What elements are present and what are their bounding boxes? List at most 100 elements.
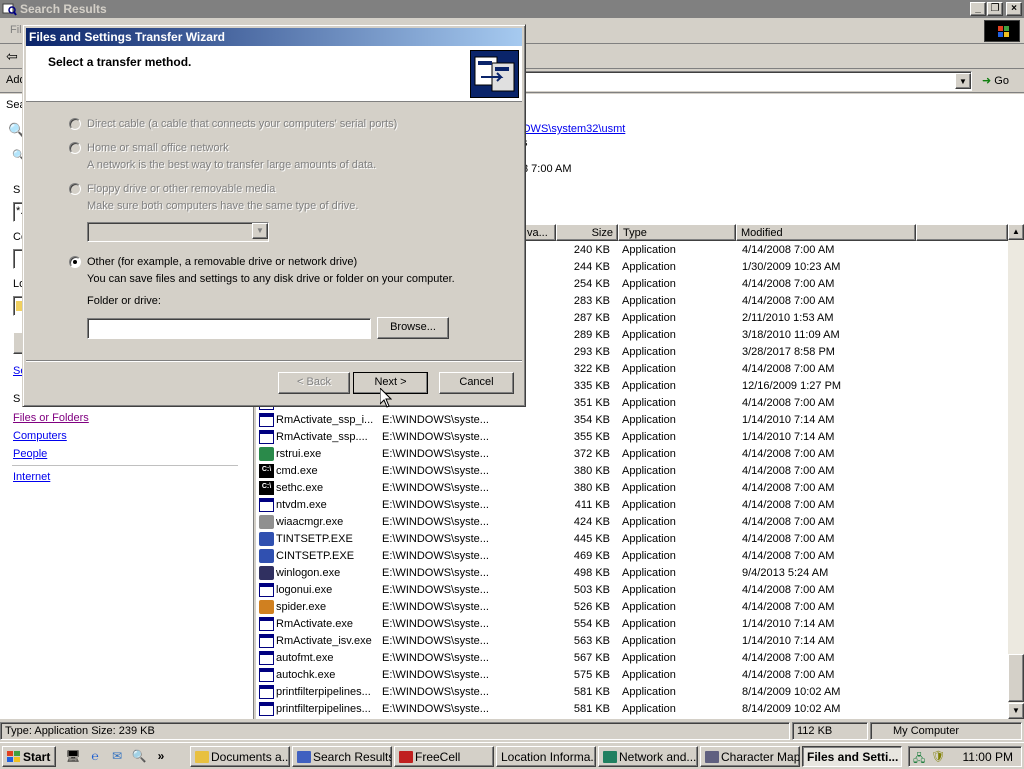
column-modified[interactable]: Modified — [736, 224, 916, 241]
cell-folder: E:\WINDOWS\syste... — [382, 584, 489, 596]
folder-icon — [195, 751, 209, 763]
task-character-map[interactable]: Character Map — [700, 746, 800, 767]
cell-modified: 1/14/2010 7:14 AM — [742, 618, 835, 630]
cell-modified: 4/14/2008 7:00 AM — [742, 482, 835, 494]
task-freecell[interactable]: FreeCell — [394, 746, 494, 767]
cell-type: Application — [622, 329, 676, 341]
folder-path-link[interactable]: OWS\system32\usmt — [522, 123, 625, 135]
chevron-down-icon[interactable]: ▼ — [955, 73, 971, 89]
task-files-and-settings[interactable]: Files and Setti... — [802, 746, 902, 767]
folder-or-drive-input[interactable] — [87, 318, 371, 339]
table-row[interactable]: TINTSETP.EXE E:\WINDOWS\syste... 445 KB App… — [256, 531, 1008, 548]
cell-name: RmActivate_isv.exe — [276, 635, 372, 647]
back-button[interactable]: < Back — [278, 372, 350, 394]
cancel-button[interactable]: Cancel — [439, 372, 514, 394]
scroll-down-icon[interactable]: ▼ — [1008, 703, 1024, 719]
task-search-results[interactable]: Search Results — [292, 746, 392, 767]
removable-media-select[interactable]: ▼ — [87, 222, 269, 242]
column-extra[interactable] — [916, 224, 1008, 241]
status-zone: My Computer — [870, 722, 1022, 740]
cell-name: printfilterpipelines... — [276, 703, 371, 715]
table-row[interactable]: C:\ cmd.exe E:\WINDOWS\syste... 380 KB Appli… — [256, 463, 1008, 480]
cell-size: 575 KB — [573, 669, 610, 681]
table-row[interactable]: rstrui.exe E:\WINDOWS\syste... 372 KB Appli… — [256, 446, 1008, 463]
dialog-title-bar[interactable]: Files and Settings Transfer Wizard — [26, 28, 522, 46]
scroll-up-icon[interactable]: ▲ — [1008, 224, 1024, 240]
go-label: Go — [994, 75, 1009, 87]
table-row[interactable]: C:\ sethc.exe E:\WINDOWS\syste... 380 KB App… — [256, 480, 1008, 497]
radio-home-network[interactable] — [69, 142, 81, 154]
table-row[interactable]: RmActivate_isv.exe E:\WINDOWS\syste... 563… — [256, 633, 1008, 650]
cell-type: Application — [622, 652, 676, 664]
close-button[interactable]: × — [1006, 2, 1022, 16]
cell-type: Application — [622, 278, 676, 290]
back-arrow-icon[interactable]: ⇦ — [6, 48, 18, 65]
table-row[interactable]: RmActivate_ssp.... E:\WINDOWS\syste... 355… — [256, 429, 1008, 446]
radio-floppy[interactable] — [69, 183, 81, 195]
files-or-folders-link[interactable]: Files or Folders — [13, 412, 89, 424]
column-size[interactable]: Size — [556, 224, 618, 241]
table-row[interactable]: RmActivate.exe E:\WINDOWS\syste... 554 KB A… — [256, 616, 1008, 633]
cell-type: Application — [622, 312, 676, 324]
search-again-label-fragment: S — [13, 393, 21, 405]
scrollbar-thumb[interactable] — [1008, 654, 1024, 702]
vertical-scrollbar[interactable]: ▲ ▼ — [1008, 224, 1024, 719]
clock[interactable]: 11:00 PM — [963, 750, 1013, 764]
browse-button[interactable]: Browse... — [377, 317, 449, 339]
security-tray-icon[interactable]: 🛡 — [931, 750, 945, 763]
internet-explorer-icon[interactable]: ℮ — [86, 747, 104, 765]
cell-modified: 4/14/2008 7:00 AM — [742, 584, 835, 596]
network-tray-icon[interactable]: 🖧 — [913, 750, 925, 769]
people-link[interactable]: People — [13, 448, 47, 460]
cell-type: Application — [622, 669, 676, 681]
internet-link[interactable]: Internet — [13, 471, 50, 483]
search-label-fragment: S — [13, 184, 21, 196]
table-row[interactable]: autofmt.exe E:\WINDOWS\syste... 567 KB Appl… — [256, 650, 1008, 667]
cell-modified: 4/14/2008 7:00 AM — [742, 278, 835, 290]
spider-file-icon — [259, 600, 274, 614]
table-row[interactable]: winlogon.exe E:\WINDOWS\syste... 498 KB App… — [256, 565, 1008, 582]
cell-type: Application — [622, 618, 676, 630]
explorer-title-bar[interactable]: Search Results _ ❐ × — [0, 0, 1024, 18]
minimize-button[interactable]: _ — [970, 2, 986, 16]
radio-direct-cable[interactable] — [69, 118, 81, 130]
table-row[interactable]: logonui.exe E:\WINDOWS\syste... 503 KB Appl… — [256, 582, 1008, 599]
table-row[interactable]: printfilterpipelines... E:\WINDOWS\syste.… — [256, 684, 1008, 701]
table-row[interactable]: autochk.exe E:\WINDOWS\syste... 575 KB Appl… — [256, 667, 1008, 684]
chevron-down-icon[interactable]: ▼ — [252, 223, 268, 239]
cell-modified: 4/14/2008 7:00 AM — [742, 533, 835, 545]
computers-link[interactable]: Computers — [13, 430, 67, 442]
table-row[interactable]: RmActivate_ssp_i... E:\WINDOWS\syste... 35… — [256, 412, 1008, 429]
radio-other[interactable] — [69, 256, 81, 268]
search-icon[interactable]: 🔍 — [130, 747, 148, 765]
show-desktop-icon[interactable]: 🖥 — [64, 747, 82, 765]
quick-launch-more[interactable]: » — [152, 747, 170, 765]
cell-size: 380 KB — [573, 465, 610, 477]
cell-size: 563 KB — [573, 635, 610, 647]
outlook-express-icon[interactable]: ✉ — [108, 747, 126, 765]
cell-type: Application — [622, 601, 676, 613]
go-button[interactable]: ➜ Go — [978, 71, 1018, 91]
task-documents[interactable]: Documents a... — [190, 746, 290, 767]
cell-type: Application — [622, 363, 676, 375]
table-row[interactable]: CINTSETP.EXE E:\WINDOWS\syste... 469 KB App… — [256, 548, 1008, 565]
task-network[interactable]: Network and... — [598, 746, 698, 767]
column-type[interactable]: Type — [618, 224, 736, 241]
setup-file-icon — [259, 549, 274, 563]
address-input[interactable]: ▼ — [524, 71, 972, 91]
table-row[interactable]: printfilterpipelines... E:\WINDOWS\syste.… — [256, 701, 1008, 718]
table-row[interactable]: wiaacmgr.exe E:\WINDOWS\syste... 424 KB App… — [256, 514, 1008, 531]
setup-file-icon — [259, 532, 274, 546]
start-button[interactable]: Start — [2, 746, 56, 767]
status-bar: Type: Application Size: 239 KB 112 KB My… — [0, 721, 1024, 741]
table-row[interactable]: spider.exe E:\WINDOWS\syste... 526 KB Appli… — [256, 599, 1008, 616]
cell-folder: E:\WINDOWS\syste... — [382, 448, 489, 460]
menu-file[interactable]: Fil — [10, 24, 22, 36]
task-search-results-label: Search Results — [313, 750, 392, 764]
task-location-information[interactable]: Location Informa... — [496, 746, 596, 767]
restore-button[interactable]: ❐ — [987, 2, 1003, 16]
network-icon — [603, 751, 617, 763]
transfer-wizard-dialog: Files and Settings Transfer Wizard Selec… — [22, 24, 526, 407]
cmd-file-icon: C:\ — [259, 464, 274, 478]
table-row[interactable]: ntvdm.exe E:\WINDOWS\syste... 411 KB Applic… — [256, 497, 1008, 514]
